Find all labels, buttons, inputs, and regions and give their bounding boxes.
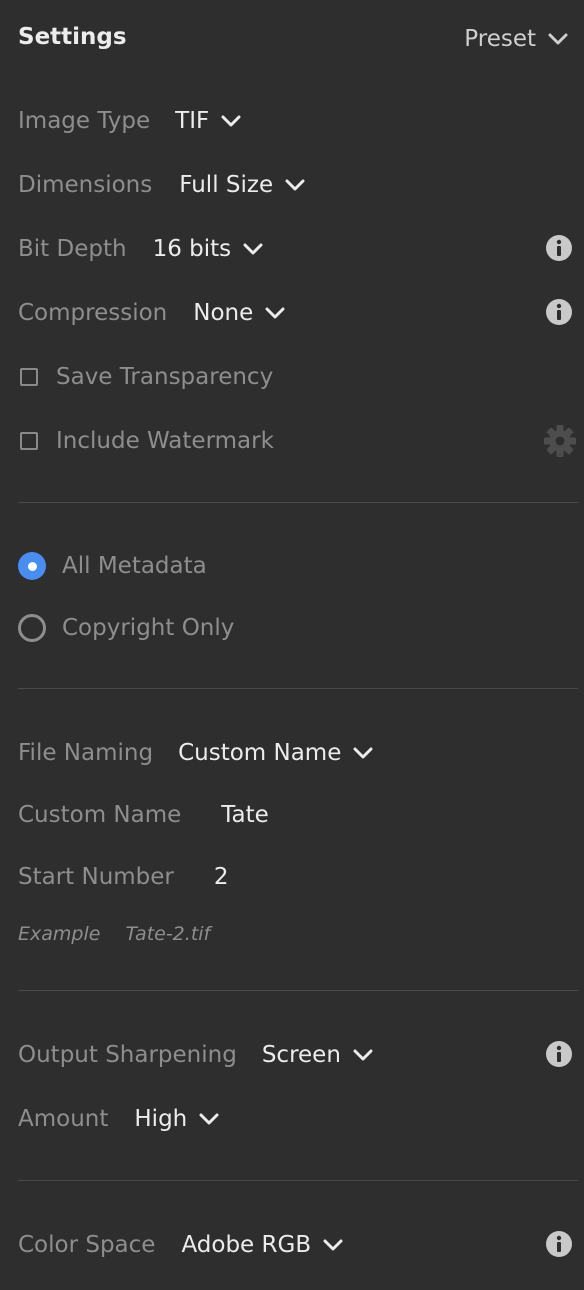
example-row: Example Tate-2.tif xyxy=(18,921,210,947)
amount-value: High xyxy=(134,1106,188,1132)
output-sharpening-label: Output Sharpening xyxy=(18,1042,237,1068)
compression-value: None xyxy=(193,300,254,326)
bit-depth-row: Bit Depth 16 bits xyxy=(18,234,263,264)
all-metadata-label: All Metadata xyxy=(62,553,207,579)
start-number-label: Start Number xyxy=(18,864,174,890)
divider xyxy=(18,688,578,689)
file-naming-row: File Naming Custom Name xyxy=(18,738,373,768)
color-space-dropdown[interactable]: Adobe RGB xyxy=(181,1230,343,1260)
compression-dropdown[interactable]: None xyxy=(193,298,285,328)
divider xyxy=(18,990,578,991)
custom-name-row: Custom Name Tate xyxy=(18,800,269,830)
panel-title: Settings xyxy=(18,24,127,50)
bit-depth-label: Bit Depth xyxy=(18,236,127,262)
dimensions-row: Dimensions Full Size xyxy=(18,170,305,200)
chevron-down-icon xyxy=(265,307,285,319)
watermark-settings-button[interactable] xyxy=(543,424,577,462)
color-space-label: Color Space xyxy=(18,1232,156,1258)
checkbox-box[interactable] xyxy=(20,432,38,450)
custom-name-label: Custom Name xyxy=(18,802,182,828)
compression-row: Compression None xyxy=(18,298,285,328)
start-number-row: Start Number 2 xyxy=(18,862,229,892)
amount-label: Amount xyxy=(18,1106,109,1132)
amount-dropdown[interactable]: High xyxy=(134,1104,219,1134)
color-space-value: Adobe RGB xyxy=(181,1232,312,1258)
include-watermark-label: Include Watermark xyxy=(56,428,274,454)
output-sharpening-info-button[interactable] xyxy=(545,1040,573,1072)
chevron-down-icon xyxy=(243,243,263,255)
radio-selected[interactable] xyxy=(18,552,46,580)
image-type-row: Image Type TIF xyxy=(18,106,241,136)
compression-label: Compression xyxy=(18,300,168,326)
chevron-down-icon xyxy=(285,179,305,191)
chevron-down-icon xyxy=(353,747,373,759)
image-type-label: Image Type xyxy=(18,108,151,134)
metadata-option-copyright[interactable]: Copyright Only xyxy=(18,613,234,643)
example-value: Tate-2.tif xyxy=(125,923,211,945)
output-sharpening-row: Output Sharpening Screen xyxy=(18,1040,373,1070)
info-icon xyxy=(546,1231,572,1257)
include-watermark-checkbox[interactable]: Include Watermark xyxy=(18,426,274,456)
checkbox-box[interactable] xyxy=(20,368,38,386)
start-number-field[interactable]: 2 xyxy=(214,862,229,892)
chevron-down-icon xyxy=(548,33,568,45)
save-transparency-label: Save Transparency xyxy=(56,364,274,390)
output-sharpening-dropdown[interactable]: Screen xyxy=(262,1040,373,1070)
divider xyxy=(18,502,578,503)
info-icon xyxy=(546,1041,572,1067)
example-label: Example xyxy=(18,923,101,945)
save-transparency-checkbox[interactable]: Save Transparency xyxy=(18,362,273,392)
bit-depth-info-button[interactable] xyxy=(545,234,573,266)
file-naming-dropdown[interactable]: Custom Name xyxy=(178,738,373,768)
preset-dropdown[interactable]: Preset xyxy=(464,24,568,54)
custom-name-field[interactable]: Tate xyxy=(221,800,269,830)
chevron-down-icon xyxy=(221,115,241,127)
amount-row: Amount High xyxy=(18,1104,219,1134)
image-type-value: TIF xyxy=(175,108,210,134)
output-sharpening-value: Screen xyxy=(261,1042,341,1068)
color-space-row: Color Space Adobe RGB xyxy=(18,1230,343,1260)
dimensions-label: Dimensions xyxy=(18,172,153,198)
bit-depth-dropdown[interactable]: 16 bits xyxy=(153,234,264,264)
file-naming-label: File Naming xyxy=(18,740,154,766)
info-icon xyxy=(546,299,572,325)
divider xyxy=(18,1180,578,1181)
metadata-option-all[interactable]: All Metadata xyxy=(18,551,207,581)
dimensions-dropdown[interactable]: Full Size xyxy=(179,170,305,200)
chevron-down-icon xyxy=(199,1113,219,1125)
bit-depth-value: 16 bits xyxy=(152,236,232,262)
radio-unselected[interactable] xyxy=(18,614,46,642)
image-type-dropdown[interactable]: TIF xyxy=(175,106,241,136)
file-naming-value: Custom Name xyxy=(178,740,342,766)
chevron-down-icon xyxy=(353,1049,373,1061)
copyright-only-label: Copyright Only xyxy=(62,615,235,641)
compression-info-button[interactable] xyxy=(545,298,573,330)
color-space-info-button[interactable] xyxy=(545,1230,573,1262)
preset-label: Preset xyxy=(464,26,536,52)
info-icon xyxy=(546,235,572,261)
chevron-down-icon xyxy=(323,1239,343,1251)
dimensions-value: Full Size xyxy=(179,172,274,198)
gear-icon xyxy=(544,425,576,457)
